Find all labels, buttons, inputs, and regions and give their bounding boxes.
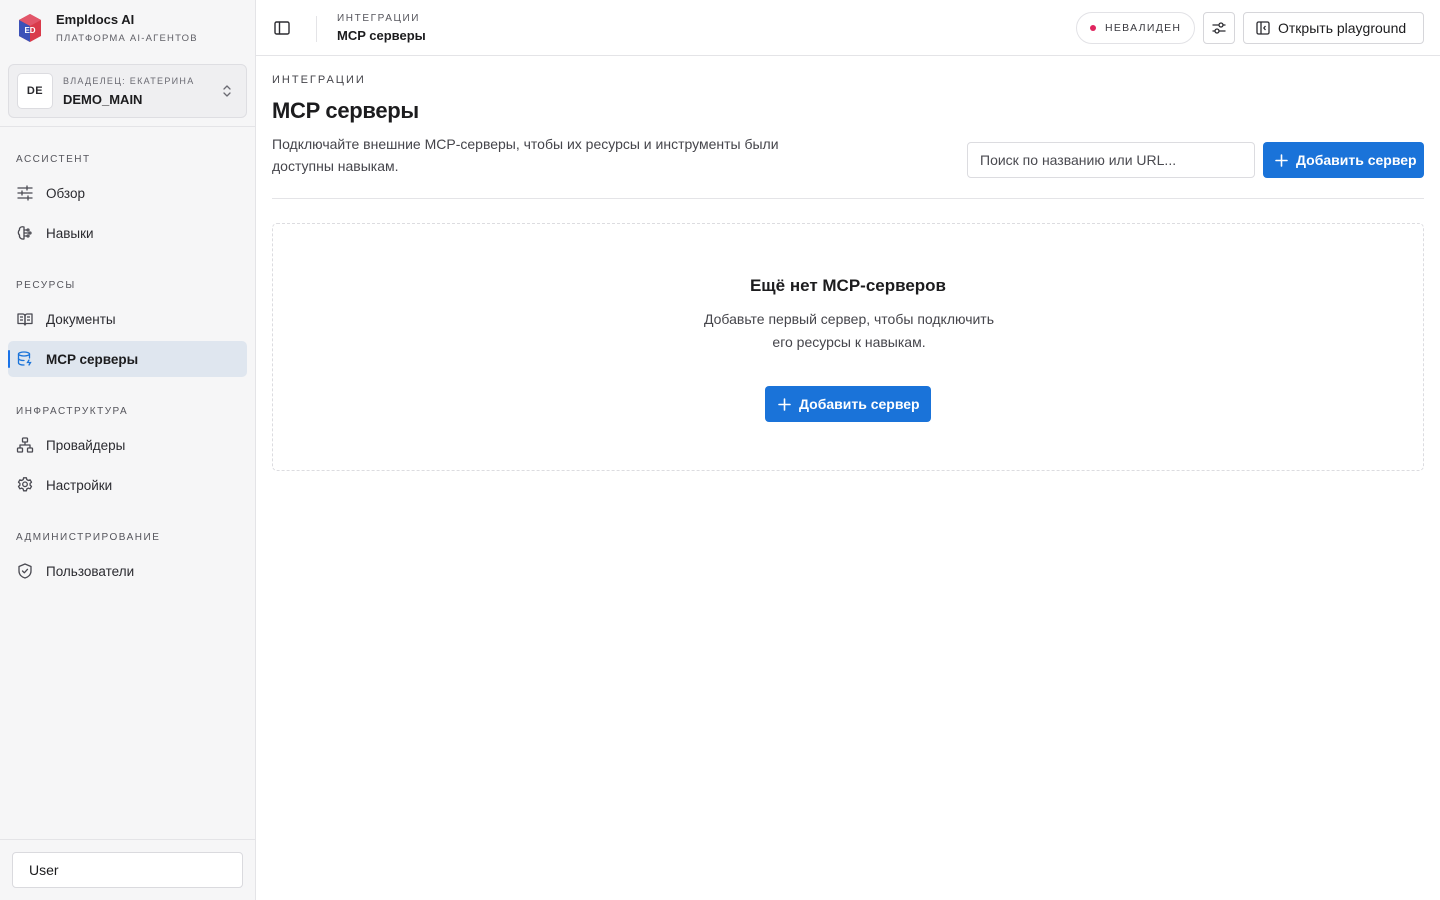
page-description: Подключайте внешние MCP-серверы, чтобы и…	[272, 136, 779, 174]
book-icon	[17, 313, 33, 326]
sidebar-item-settings[interactable]: Настройки	[8, 467, 247, 503]
plus-icon	[778, 397, 791, 411]
svg-text:ED: ED	[24, 26, 35, 35]
sidebar-item-label: Пользователи	[46, 563, 135, 579]
sliders-icon	[17, 185, 33, 201]
brand-logo-icon: ED	[19, 14, 41, 42]
main-divider	[272, 198, 1424, 199]
network-icon	[16, 437, 34, 453]
workspace-owner: ВЛАДЕЛЕЦ: ЕКАТЕРИНА	[63, 75, 195, 86]
empty-add-server-button[interactable]: Добавить сервер	[765, 386, 931, 422]
add-server-button[interactable]: Добавить сервер	[1263, 142, 1424, 178]
empty-state-title: Ещё нет MCP-серверов	[749, 276, 947, 295]
settings-sliders-icon	[1212, 22, 1226, 34]
section-label-infrastructure: ИНФРАСТРУКТУРА	[16, 406, 129, 417]
page-eyebrow: ИНТЕГРАЦИИ	[272, 74, 366, 86]
search-input[interactable]	[967, 142, 1255, 178]
workspace-avatar: DE	[17, 73, 53, 109]
brand-name: Empldocs AI	[56, 12, 135, 27]
sidebar-item-skills[interactable]: Навыки	[8, 215, 247, 251]
open-playground-label: Открыть playground	[1278, 20, 1407, 36]
shield-icon	[18, 563, 32, 579]
filters-button[interactable]	[1203, 12, 1235, 44]
header-separator	[316, 16, 317, 42]
brain-icon	[17, 226, 32, 240]
user-menu[interactable]: User	[12, 852, 243, 888]
section-label-administration: АДМИНИСТРИРОВАНИЕ	[16, 532, 161, 543]
breadcrumb: ИНТЕГРАЦИИ MCP серверы	[337, 13, 426, 43]
workspace-name: DEMO_MAIN	[63, 91, 143, 107]
gear-icon	[17, 477, 33, 492]
sidebar-item-mcp-servers[interactable]: MCP серверы	[8, 341, 247, 377]
sidebar-item-label: Провайдеры	[46, 437, 126, 453]
sidebar-item-providers[interactable]: Провайдеры	[8, 427, 247, 463]
empty-state-description: Добавьте первый сервер, чтобы подключить…	[703, 311, 995, 350]
breadcrumb-section: ИНТЕГРАЦИИ	[337, 13, 421, 24]
sidebar-item-users[interactable]: Пользователи	[8, 553, 247, 589]
section-label-resources: РЕСУРСЫ	[16, 280, 76, 291]
page-title: MCP серверы	[272, 98, 419, 123]
open-playground-button[interactable]: Открыть playground	[1243, 12, 1424, 44]
database-icon	[17, 351, 32, 366]
panel-icon	[1256, 21, 1270, 35]
chevron-up-down-icon	[223, 85, 231, 97]
status-dot	[1090, 25, 1096, 31]
brand[interactable]: ED Empldocs AI ПЛАТФОРМА AI-АГЕНТОВ	[18, 12, 198, 45]
brand-subtitle: ПЛАТФОРМА AI-АГЕНТОВ	[56, 33, 198, 44]
status-badge: НЕВАЛИДЕН	[1076, 12, 1195, 44]
empty-add-server-label: Добавить сервер	[799, 396, 920, 412]
sidebar: ED Empldocs AI ПЛАТФОРМА AI-АГЕНТОВ DE В…	[0, 0, 256, 900]
sidebar-bottom-divider	[0, 839, 255, 840]
breadcrumb-title: MCP серверы	[337, 28, 426, 43]
status-text: НЕВАЛИДЕН	[1105, 22, 1182, 34]
sidebar-item-documents[interactable]: Документы	[8, 301, 247, 337]
sidebar-divider	[0, 126, 255, 127]
sidebar-item-label: Обзор	[46, 185, 85, 201]
section-label-assistant: АССИСТЕНТ	[16, 154, 91, 165]
sidebar-item-label: Документы	[46, 311, 116, 327]
top-header: ИНТЕГРАЦИИ MCP серверы НЕВАЛИДЕН Открыть…	[256, 0, 1440, 56]
sidebar-item-label: Навыки	[46, 225, 94, 241]
workspace-switcher[interactable]: DE ВЛАДЕЛЕЦ: ЕКАТЕРИНА DEMO_MAIN	[8, 64, 247, 118]
empty-state: Ещё нет MCP-серверов Добавьте первый сер…	[272, 223, 1424, 471]
sidebar-item-overview[interactable]: Обзор	[8, 175, 247, 211]
plus-icon	[1275, 153, 1288, 167]
sidebar-toggle-icon[interactable]	[272, 18, 292, 38]
sidebar-item-label: MCP серверы	[46, 351, 139, 367]
sidebar-item-label: Настройки	[46, 477, 113, 493]
add-server-label: Добавить сервер	[1296, 152, 1417, 168]
